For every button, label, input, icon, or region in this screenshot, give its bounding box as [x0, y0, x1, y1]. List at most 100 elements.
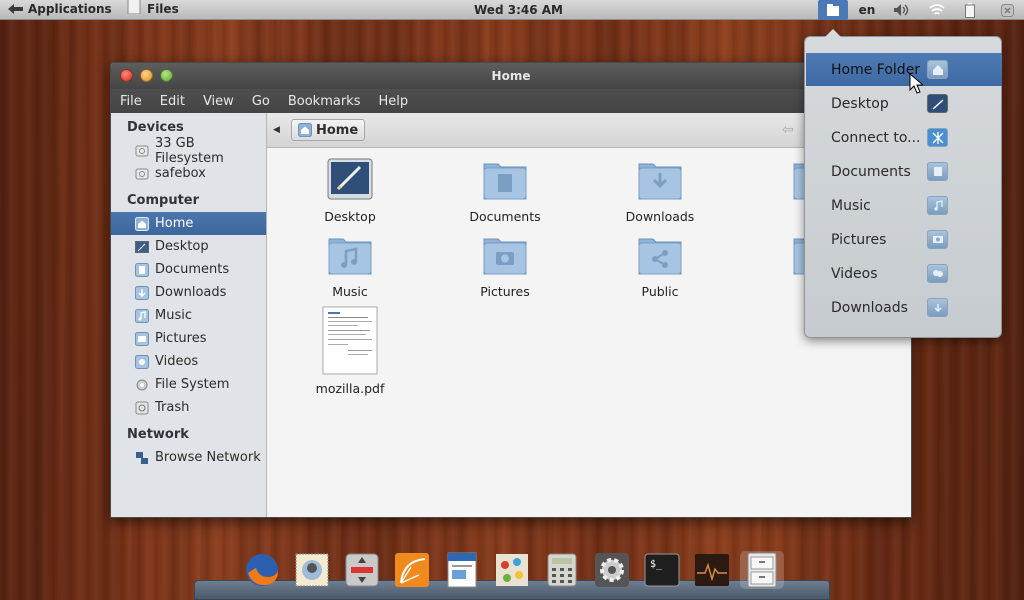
path-scroll-left-button[interactable]: ◀ [273, 125, 280, 135]
downloads-icon [135, 285, 149, 300]
file-item-pictures[interactable]: Pictures [450, 231, 560, 299]
app-name-label: Files [147, 2, 179, 16]
sidebar-item-label: Trash [155, 400, 190, 415]
desktop-folder-icon [327, 158, 373, 200]
file-label: Downloads [625, 209, 695, 224]
network-icon [135, 451, 149, 465]
back-button[interactable]: ⇦ [782, 122, 794, 138]
sidebar-item-videos[interactable]: Videos [111, 350, 266, 373]
files-app-icon [127, 0, 141, 14]
sidebar-item-documents[interactable]: Documents [111, 258, 266, 281]
places-indicator[interactable] [818, 0, 848, 20]
file-item-documents[interactable]: Documents [450, 156, 560, 224]
sidebar-item-label: Downloads [155, 285, 227, 300]
breadcrumb-home[interactable]: Home [291, 119, 366, 141]
file-item-downloads[interactable]: Downloads [605, 156, 715, 224]
network-indicator[interactable] [927, 0, 947, 20]
menu-file[interactable]: File [120, 94, 142, 109]
dock-orange-app[interactable] [393, 551, 431, 589]
dock-settings[interactable] [593, 551, 631, 589]
videos-icon [927, 264, 948, 283]
sidebar-item-trash[interactable]: Trash [111, 396, 266, 419]
file-label: Documents [469, 209, 541, 224]
popup-item-desktop[interactable]: Desktop [806, 87, 1002, 120]
places-popup-menu: Home Folder Desktop Connect to... Docume… [804, 29, 1002, 338]
home-icon [135, 216, 149, 231]
sidebar-item-home[interactable]: Home [111, 212, 266, 235]
speaker-icon [894, 4, 909, 16]
videos-icon [135, 354, 149, 369]
trash-icon [135, 401, 149, 415]
menu-bookmarks[interactable]: Bookmarks [288, 94, 361, 109]
documents-folder-icon [483, 163, 527, 200]
popup-item-home-folder[interactable]: Home Folder [806, 53, 1002, 86]
sidebar-item-file-system[interactable]: File System [111, 373, 266, 396]
window-titlebar[interactable]: Home [111, 63, 911, 89]
svg-text:$_: $_ [650, 559, 663, 570]
music-folder-icon [328, 238, 372, 275]
menu-go[interactable]: Go [252, 94, 270, 109]
dock-paint[interactable] [493, 551, 531, 589]
menu-edit[interactable]: Edit [160, 94, 185, 109]
menu-view[interactable]: View [203, 94, 234, 109]
file-label: Desktop [324, 209, 376, 224]
sidebar-header-network: Network [127, 427, 189, 442]
file-item-desktop[interactable]: Desktop [295, 156, 405, 224]
sidebar-item-downloads[interactable]: Downloads [111, 281, 266, 304]
transmission-icon [345, 553, 379, 587]
sidebar-item-label: Browse Network [155, 450, 261, 465]
popup-item-label: Home Folder [831, 61, 921, 78]
desktop-icon [135, 240, 149, 254]
sidebar-item-filesystem-33gb[interactable]: 33 GB Filesystem [111, 136, 266, 166]
calculator-icon [547, 553, 577, 587]
pictures-icon [135, 331, 149, 346]
dock-calculator[interactable] [543, 551, 581, 589]
back-arrow-icon [8, 4, 23, 14]
sidebar-item-browse-network[interactable]: Browse Network [111, 446, 266, 469]
file-item-music[interactable]: Music [295, 231, 405, 299]
dock-transmission[interactable] [343, 551, 381, 589]
popup-item-downloads[interactable]: Downloads [806, 291, 1002, 324]
dock-system-monitor[interactable] [693, 551, 731, 589]
filing-cabinet-icon [747, 552, 777, 588]
file-label: Music [332, 284, 368, 299]
volume-indicator[interactable] [891, 0, 911, 20]
sidebar-item-desktop[interactable]: Desktop [111, 235, 266, 258]
mail-stamp-icon [295, 553, 329, 587]
dock-file-manager[interactable] [740, 551, 784, 589]
documents-icon [135, 262, 149, 277]
menu-help[interactable]: Help [378, 94, 408, 109]
terminal-icon: $_ [644, 553, 680, 587]
paint-palette-icon [496, 554, 528, 586]
popup-item-label: Music [831, 197, 871, 214]
sidebar-item-music[interactable]: Music [111, 304, 266, 327]
music-icon [927, 196, 948, 215]
popup-item-documents[interactable]: Documents [806, 155, 1002, 188]
popup-item-label: Desktop [831, 95, 889, 112]
popup-item-label: Documents [831, 163, 911, 180]
sidebar-item-label: Documents [155, 262, 230, 277]
downloads-icon [927, 298, 948, 317]
popup-item-pictures[interactable]: Pictures [806, 223, 1002, 256]
popup-item-videos[interactable]: Videos [806, 257, 1002, 290]
file-item-mozilla-pdf[interactable]: mozilla.pdf [295, 306, 405, 396]
app-menu-files[interactable]: Files [127, 0, 179, 16]
dock-mail[interactable] [293, 551, 331, 589]
clock[interactable]: Wed 3:46 AM [474, 3, 563, 17]
session-indicator[interactable] [998, 0, 1016, 20]
dock-firefox[interactable] [243, 551, 281, 589]
sidebar-item-pictures[interactable]: Pictures [111, 327, 266, 350]
language-indicator[interactable]: en [856, 0, 878, 20]
file-item-public[interactable]: Public [605, 231, 715, 299]
applications-menu[interactable]: Applications [6, 2, 112, 16]
mouse-pointer-icon [909, 73, 923, 94]
popup-item-music[interactable]: Music [806, 189, 1002, 222]
pdf-thumbnail-icon [322, 306, 378, 375]
sidebar-item-label: File System [155, 377, 230, 392]
battery-indicator[interactable] [962, 0, 978, 20]
dock-terminal[interactable]: $_ [643, 551, 681, 589]
popup-item-connect-to[interactable]: Connect to... [806, 121, 1002, 154]
drive-icon [135, 144, 149, 158]
writer-document-icon [447, 552, 477, 588]
dock-writer[interactable] [443, 551, 481, 589]
